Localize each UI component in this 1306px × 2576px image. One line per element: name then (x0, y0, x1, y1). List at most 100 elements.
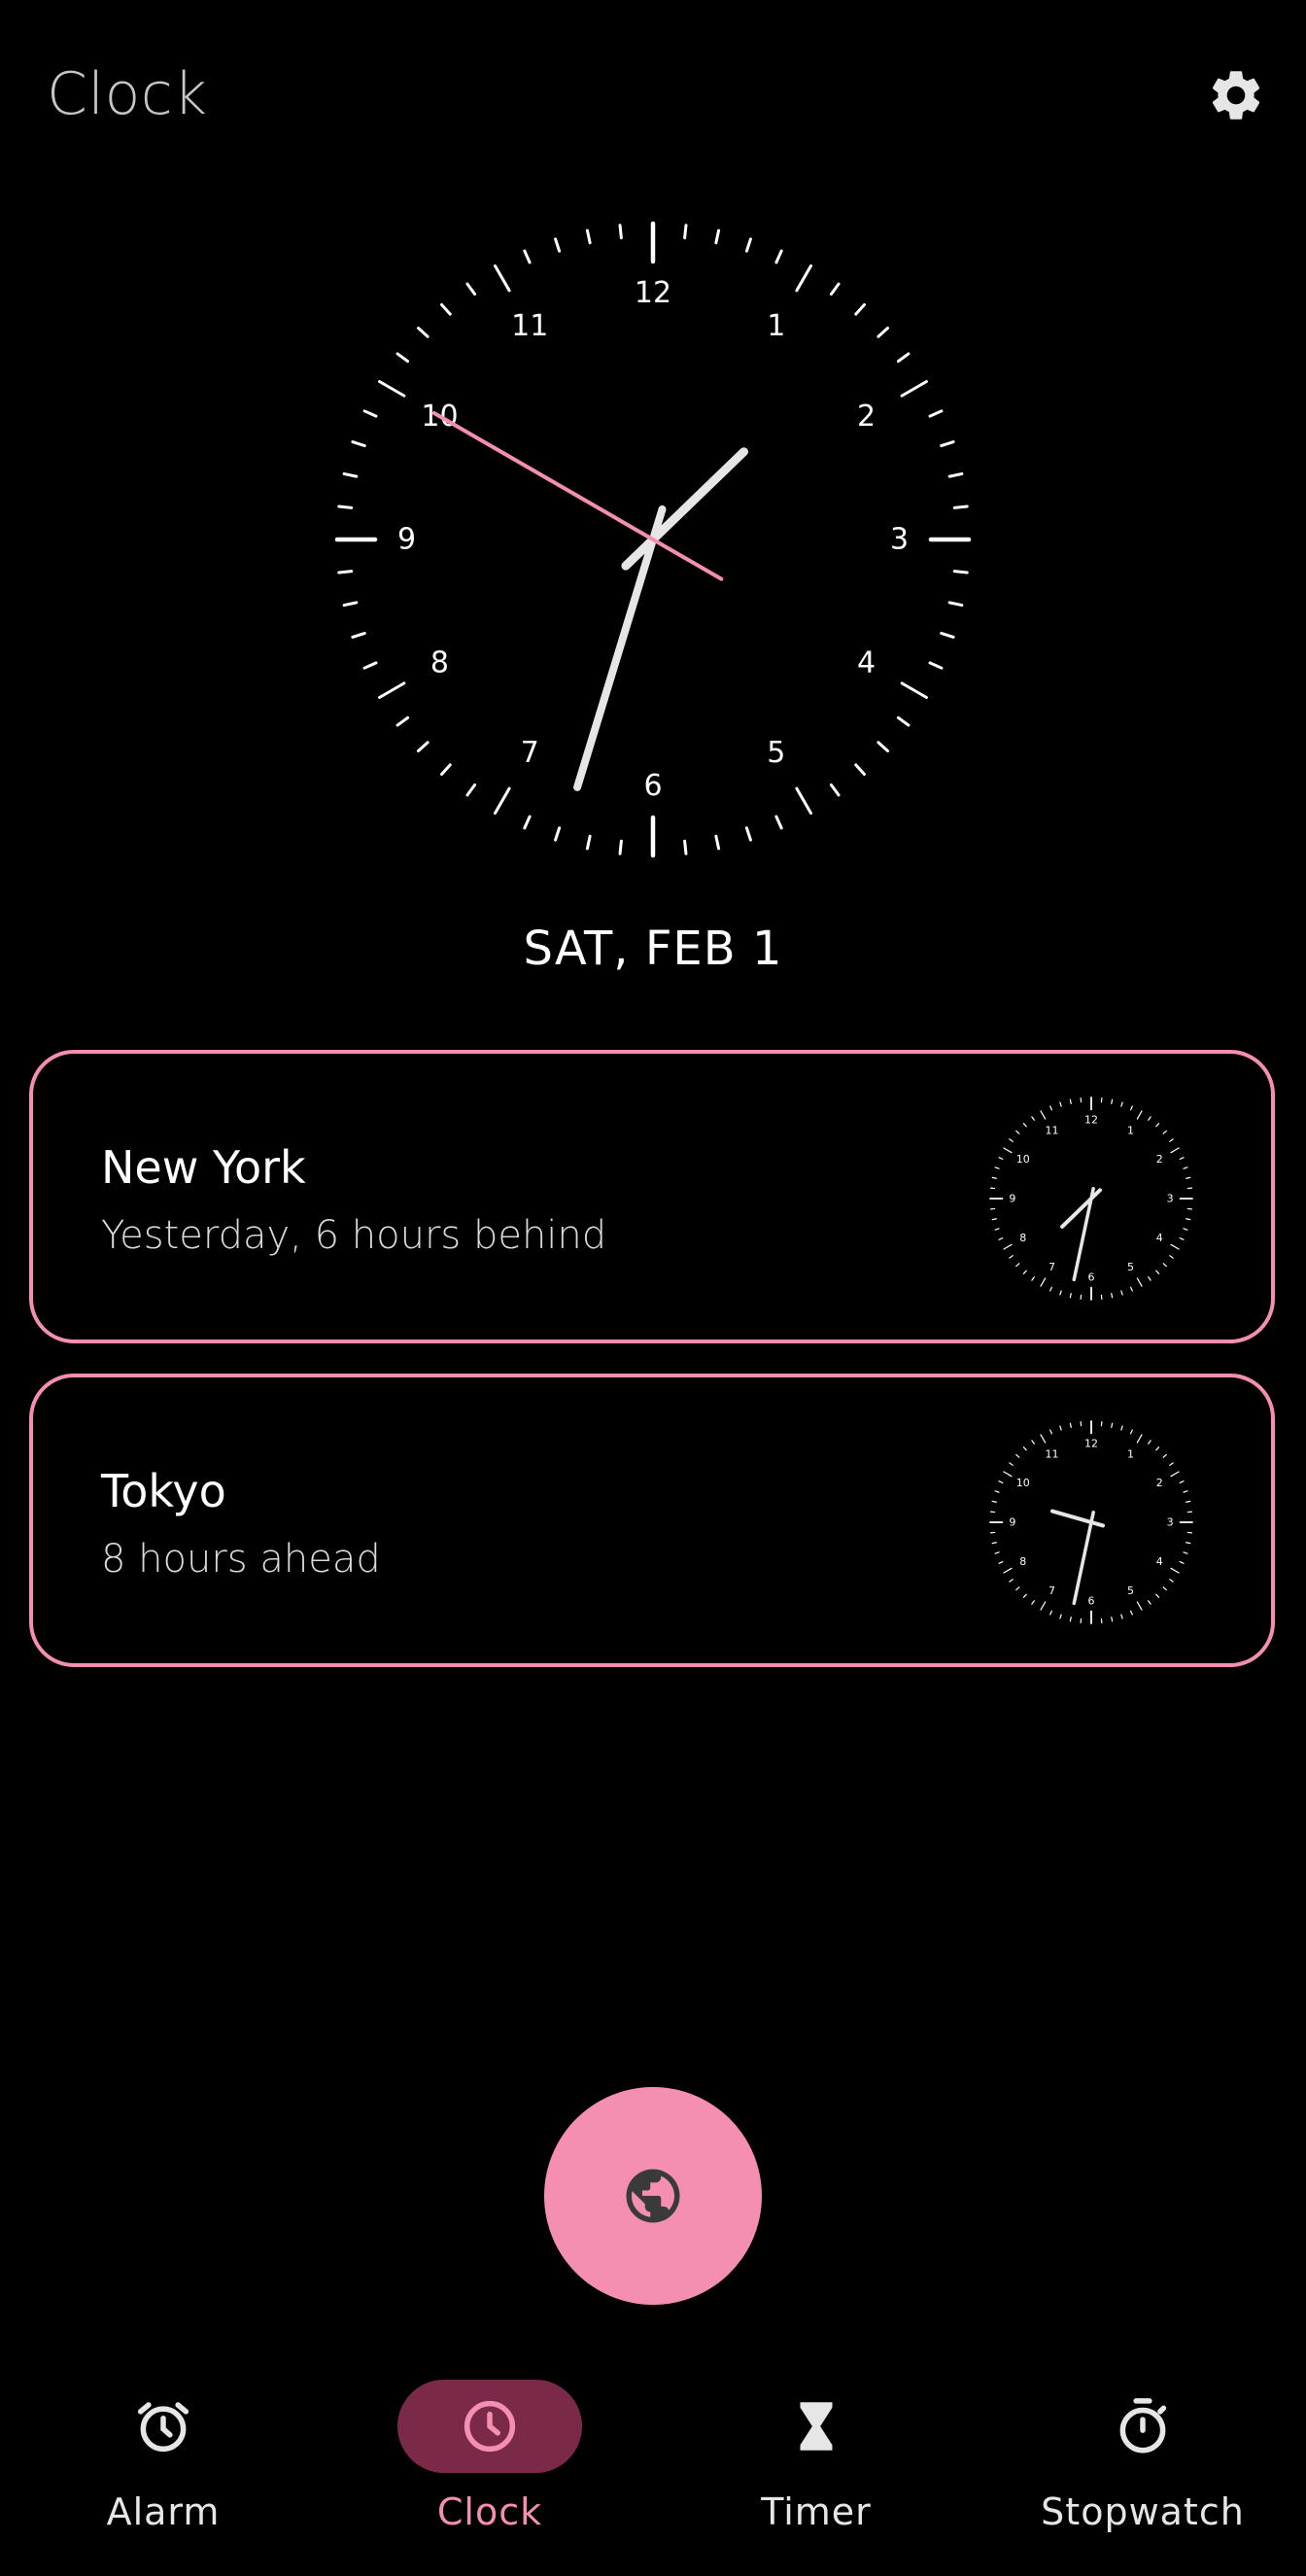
clock-tick (1049, 1105, 1052, 1111)
globe-icon (626, 2169, 680, 2223)
clock-numeral: 3 (1167, 1193, 1174, 1205)
settings-button[interactable] (1203, 62, 1269, 128)
clock-tick (1040, 1434, 1047, 1444)
clock-tick (1049, 1429, 1052, 1435)
clock-numeral: 5 (1127, 1584, 1134, 1597)
clock-tick (1179, 1480, 1185, 1483)
clock-tick (1069, 1422, 1072, 1428)
clock-tick (896, 715, 911, 727)
clock-tick (1179, 1561, 1185, 1564)
clock-tick (1059, 1290, 1062, 1296)
city-name: New York (101, 1141, 306, 1194)
clock-tick (523, 249, 532, 264)
clock-screen: Clock 1 2 3 4 5 6 7 8 9 10 11 12 SAT, FEB 1 New Yor… (0, 0, 1306, 2576)
city-card-new-york[interactable]: New York Yesterday, 6 hours behind 12345… (29, 1050, 1275, 1343)
clock-numeral: 7 (521, 736, 539, 770)
clock-tick (1022, 1123, 1027, 1128)
clock-tick (1040, 1601, 1047, 1611)
hour-hand (1060, 1188, 1102, 1229)
clock-tick (1069, 1617, 1072, 1622)
clock-tick (1136, 1277, 1143, 1287)
minute-hand (1072, 1187, 1095, 1282)
clock-tick (1136, 1601, 1143, 1611)
clock-tick (1111, 1422, 1114, 1428)
bottom-navigation: Alarm Clock Timer Stopwatch (0, 2362, 1306, 2576)
clock-tick (395, 715, 410, 727)
city-analog-clock: 123456789101112 (989, 1097, 1193, 1301)
nav-label: Stopwatch (1041, 2490, 1245, 2533)
clock-tick (1183, 1166, 1188, 1169)
nav-item-clock[interactable]: Clock (326, 2362, 653, 2576)
clock-numeral: 2 (1156, 1153, 1163, 1166)
clock-numeral: 1 (767, 309, 785, 343)
clock-tick (1120, 1614, 1123, 1619)
nav-label: Clock (436, 2490, 543, 2533)
add-city-button[interactable] (544, 2087, 762, 2305)
clock-tick (585, 834, 592, 851)
hourglass-icon (800, 2402, 833, 2451)
clock-tick (774, 249, 783, 264)
clock-tick (1059, 1101, 1062, 1107)
clock-tick (337, 505, 354, 509)
clock-tick (1170, 1471, 1180, 1478)
clock-tick (523, 815, 532, 830)
clock-tick (1003, 1567, 1013, 1574)
clock-tick (1120, 1290, 1123, 1296)
clock-tick (1186, 1218, 1191, 1221)
nav-item-stopwatch[interactable]: Stopwatch (980, 2362, 1306, 2576)
clock-tick (378, 380, 406, 398)
gear-icon (1212, 71, 1260, 120)
clock-tick (1031, 1116, 1035, 1121)
clock-numeral: 4 (857, 645, 876, 679)
clock-tick (1130, 1105, 1133, 1111)
clock-tick (1111, 1293, 1114, 1299)
minute-hand (573, 505, 667, 791)
clock-tick (416, 327, 430, 338)
clock-tick (440, 302, 452, 316)
clock-tick (991, 1218, 997, 1221)
clock-numeral: 11 (511, 309, 548, 343)
clock-tick (1111, 1098, 1114, 1104)
clock-numeral: 4 (1156, 1555, 1163, 1568)
analog-clock: 123456789101112 (334, 221, 972, 858)
city-offset: Yesterday, 6 hours behind (101, 1213, 607, 1258)
city-card-tokyo[interactable]: Tokyo 8 hours ahead 1 2 3 4 5 6 7 8 9 10 11 12 (29, 1374, 1275, 1667)
clock-numeral: 9 (1009, 1516, 1015, 1529)
clock-tick (1009, 1138, 1014, 1142)
clock-icon (464, 2400, 516, 2453)
clock-tick (1162, 1130, 1167, 1134)
clock-tick (1162, 1453, 1167, 1458)
clock-numeral: 7 (1048, 1584, 1055, 1597)
nav-item-alarm[interactable]: Alarm (0, 2362, 326, 2576)
clock-tick (416, 741, 430, 752)
clock-tick (554, 237, 562, 253)
clock-numeral: 4 (1156, 1232, 1163, 1244)
clock-tick (1183, 1228, 1188, 1231)
clock-tick (940, 440, 955, 448)
clock-tick (947, 471, 964, 478)
clock-tick (618, 839, 623, 855)
nav-pill (397, 2380, 582, 2473)
clock-tick (1130, 1286, 1133, 1292)
clock-tick (714, 228, 721, 245)
clock-tick (994, 1228, 1000, 1231)
clock-numeral: 12 (1084, 1437, 1098, 1449)
clock-numeral: 10 (1016, 1153, 1030, 1166)
clock-numeral: 5 (1127, 1261, 1134, 1273)
clock-tick (998, 1237, 1004, 1240)
clock-tick (994, 1490, 1000, 1493)
hour-hand (1050, 1509, 1105, 1528)
clock-tick (829, 783, 841, 797)
clock-tick (342, 601, 359, 608)
clock-tick (1170, 1147, 1180, 1154)
clock-tick (1183, 1490, 1188, 1493)
clock-tick (1031, 1276, 1035, 1281)
city-name: Tokyo (101, 1465, 226, 1517)
clock-tick (991, 1176, 997, 1179)
date-label: SAT, FEB 1 (523, 922, 783, 976)
clock-tick (1069, 1098, 1072, 1104)
nav-item-timer[interactable]: Timer (653, 2362, 980, 2576)
clock-tick (1003, 1147, 1013, 1154)
clock-tick (1031, 1600, 1035, 1605)
nav-pill (724, 2380, 909, 2473)
